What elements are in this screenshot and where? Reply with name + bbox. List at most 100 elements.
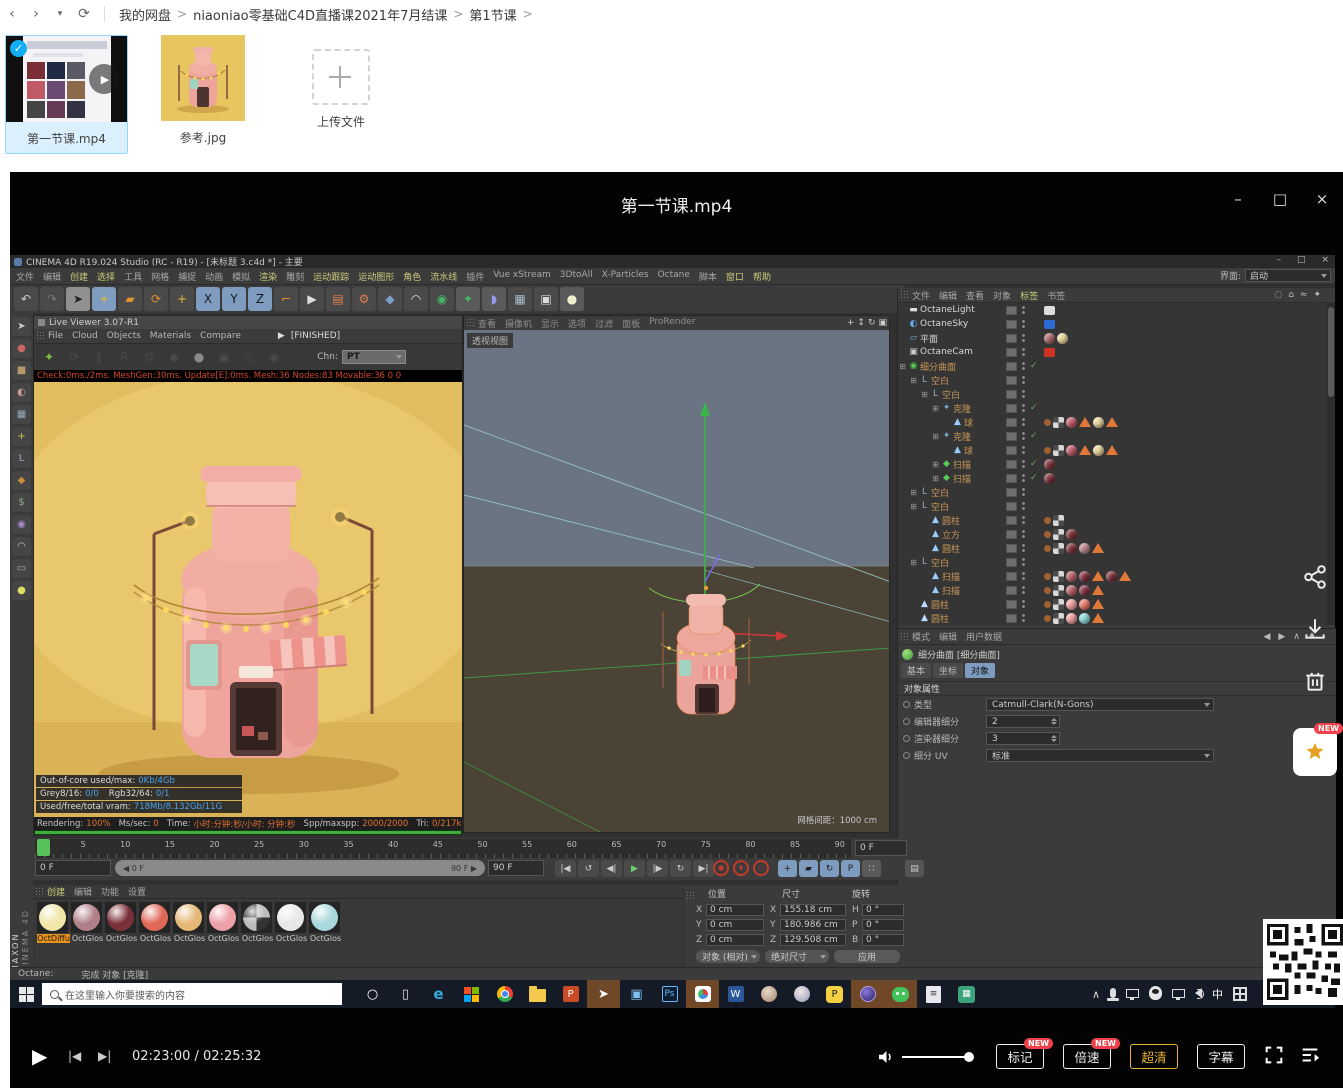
breadcrumb-current[interactable]: 第1节课 <box>469 5 516 24</box>
phong-tag-icon[interactable] <box>1092 571 1104 581</box>
c4d-menu-item[interactable]: 雕刻 <box>286 270 304 283</box>
wechat-icon[interactable] <box>884 980 917 1008</box>
layer-chip[interactable] <box>1006 572 1017 581</box>
field-stepper[interactable]: 3 <box>986 732 1060 745</box>
object-row[interactable]: ▲立方 <box>898 527 1328 541</box>
phong-tag-icon[interactable] <box>1092 543 1104 553</box>
download-icon[interactable] <box>1302 616 1328 642</box>
c4d-menu-item[interactable]: Vue xStream <box>493 270 551 283</box>
tool-axis-icon[interactable]: + <box>12 427 31 446</box>
size-z-field[interactable]: 129.508 cm <box>780 934 846 946</box>
object-row[interactable]: ⊞L空白 <box>898 485 1328 499</box>
delete-icon[interactable] <box>1302 668 1328 694</box>
object-name[interactable]: OctaneSky <box>920 319 968 329</box>
texture-tag-icon[interactable] <box>1053 417 1064 428</box>
object-row[interactable]: ⊞L空白 <box>898 499 1328 513</box>
texture-tag-icon[interactable] <box>1053 599 1064 610</box>
photos-icon[interactable]: ▣ <box>620 980 653 1008</box>
layer-chip[interactable] <box>1006 306 1017 315</box>
object-name[interactable]: OctaneLight <box>920 305 975 315</box>
current-frame-field[interactable]: 0 F <box>855 840 907 856</box>
subtitle-button[interactable]: 字幕 <box>1197 1044 1245 1069</box>
display-tag-icon[interactable] <box>1044 419 1051 426</box>
move-icon[interactable]: + <box>92 287 116 311</box>
object-manager-menu-item[interactable]: 文件 <box>912 289 930 302</box>
layer-chip[interactable] <box>1006 418 1017 427</box>
display-tag-icon[interactable] <box>1044 587 1051 594</box>
anim-dot-icon[interactable] <box>903 735 910 742</box>
layer-chip[interactable] <box>1006 530 1017 539</box>
photoshop-icon[interactable]: Ps <box>653 980 686 1008</box>
object-name[interactable]: 空白 <box>931 556 949 569</box>
material-tag-icon[interactable] <box>1066 571 1077 582</box>
c4d-close-button[interactable]: × <box>1321 255 1329 265</box>
object-name[interactable]: 克隆 <box>953 430 971 443</box>
material-tag-icon[interactable] <box>1044 333 1055 344</box>
enabled-check-icon[interactable]: ✓ <box>1030 431 1038 441</box>
drag-grip-icon[interactable] <box>466 318 474 328</box>
viewport-scene[interactable] <box>464 330 889 832</box>
loop-mode-icon[interactable]: ↻ <box>670 860 691 877</box>
position-x-field[interactable]: 0 cm <box>706 904 764 916</box>
material-tag-icon[interactable] <box>1093 445 1104 456</box>
play-icon[interactable]: ▶ <box>624 860 645 877</box>
design-tool-icon[interactable]: ➤ <box>587 980 620 1008</box>
visibility-dots[interactable] <box>1021 459 1026 470</box>
tray-volume-icon[interactable] <box>1195 988 1202 1001</box>
field-dropdown[interactable]: Catmull-Clark(N-Gons) <box>986 698 1214 711</box>
live-viewer-menu-item[interactable]: Cloud <box>72 331 98 341</box>
pick-focus-icon[interactable]: ◎ <box>238 347 260 367</box>
c4d-menu-item[interactable]: 插件 <box>466 270 484 283</box>
tray-ime-mode-icon[interactable] <box>1233 987 1247 1001</box>
viewport-menu-item[interactable]: 过滤 <box>595 317 613 330</box>
texture-tag-icon[interactable] <box>1053 613 1064 624</box>
chrome-icon[interactable] <box>488 980 521 1008</box>
rotation-p-field[interactable]: 0 ° <box>862 919 904 931</box>
material-tag-icon[interactable] <box>1044 473 1055 484</box>
material-preview[interactable] <box>71 902 102 933</box>
layer-chip[interactable] <box>1006 502 1017 511</box>
visibility-dots[interactable] <box>1021 431 1026 442</box>
object-row[interactable]: ⊞◉细分曲面✓ <box>898 359 1328 373</box>
material-item[interactable]: OctGlos <box>309 902 342 943</box>
visibility-dots[interactable] <box>1021 389 1026 400</box>
object-row[interactable]: ▲圆柱 <box>898 611 1328 625</box>
add-light-icon[interactable]: ● <box>560 287 584 311</box>
sheet-app-icon[interactable]: ▦ <box>950 980 983 1008</box>
object-row[interactable]: ▲球 <box>898 415 1328 429</box>
c4d-menu-item[interactable]: X-Particles <box>602 270 649 283</box>
tool-texture-icon[interactable]: ● <box>12 339 31 358</box>
phong-tag-icon[interactable] <box>1079 417 1091 427</box>
visibility-dots[interactable] <box>1021 585 1026 596</box>
refresh-icon[interactable]: ⟳ <box>72 6 96 22</box>
expand-icon[interactable]: ⊞ <box>931 474 940 483</box>
texture-tag-icon[interactable] <box>1053 515 1064 526</box>
goto-end-icon[interactable]: ▶| <box>693 860 714 877</box>
object-row[interactable]: ▱平面 <box>898 331 1328 345</box>
visibility-dots[interactable] <box>1021 305 1026 316</box>
rotation-h-field[interactable]: 0 ° <box>862 904 904 916</box>
object-manager-menu-item[interactable]: 对象 <box>993 289 1011 302</box>
visibility-dots[interactable] <box>1021 515 1026 526</box>
layer-chip[interactable] <box>1006 614 1017 623</box>
enabled-check-icon[interactable]: ✓ <box>1030 361 1038 371</box>
upload-file-button[interactable]: 上传文件 <box>298 35 384 130</box>
attr-back-icon[interactable]: ◀ <box>1263 632 1270 642</box>
object-name[interactable]: 平面 <box>920 332 938 345</box>
object-row[interactable]: ⊞L空白 <box>898 555 1328 569</box>
material-tag-icon[interactable] <box>1079 613 1090 624</box>
tool-doodle-icon[interactable]: ◠ <box>12 537 31 556</box>
material-menu-item[interactable]: 创建 <box>47 885 65 898</box>
picture-viewer-icon[interactable]: ▣ <box>213 347 235 367</box>
edge-icon[interactable]: e <box>422 980 455 1008</box>
object-manager-menu-item[interactable]: 编辑 <box>939 289 957 302</box>
c4d-menu-item[interactable]: 模拟 <box>232 270 250 283</box>
object-name[interactable]: 空白 <box>942 388 960 401</box>
expand-icon[interactable]: ⊞ <box>909 558 918 567</box>
expand-icon[interactable]: ⊞ <box>909 502 918 511</box>
viewport-rotate-icon[interactable]: ↻ <box>868 318 876 328</box>
material-item[interactable]: OctGlos <box>139 902 172 943</box>
material-preview[interactable] <box>139 902 170 933</box>
material-tag-icon[interactable] <box>1079 599 1090 610</box>
object-row[interactable]: ▲圆柱 <box>898 513 1328 527</box>
